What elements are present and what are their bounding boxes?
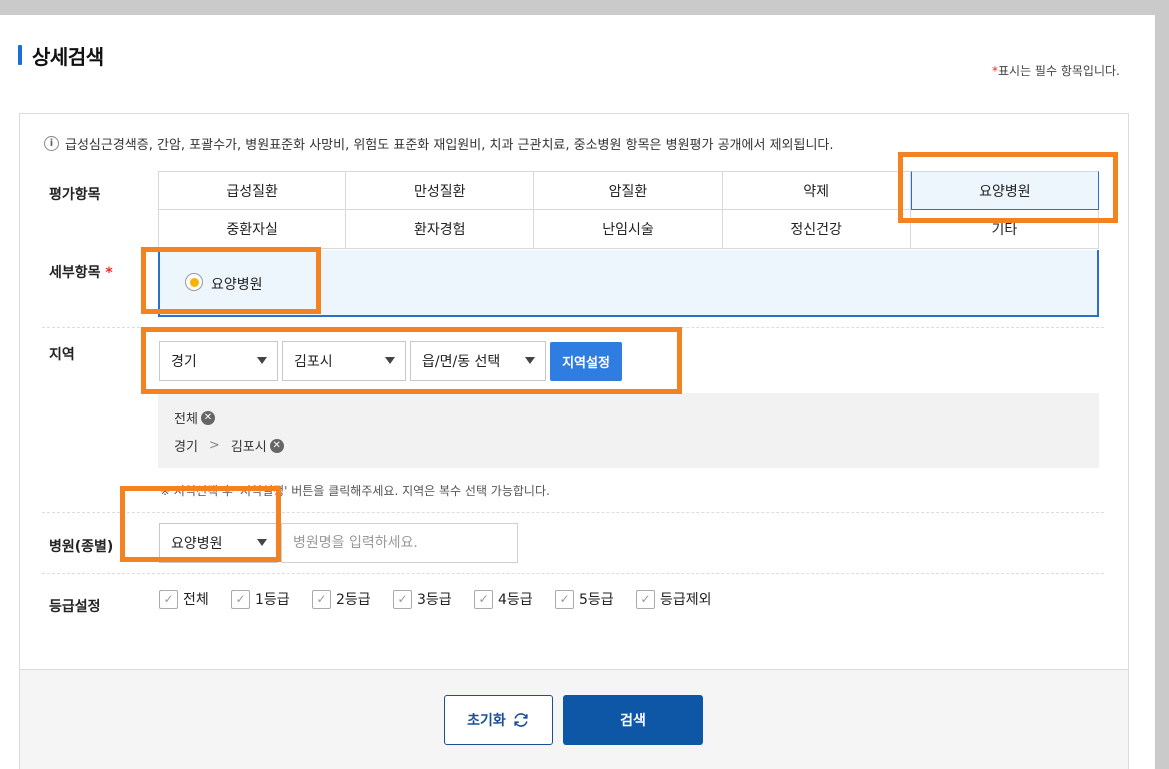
tab-cancer[interactable]: 암질환 — [534, 171, 723, 210]
eval-items-label: 평가항목 — [49, 187, 101, 203]
grade-checkbox-excluded[interactable]: ✓ 등급제외 — [636, 589, 712, 609]
divider — [42, 573, 1104, 574]
check-icon: ✓ — [231, 589, 250, 609]
selected-regions-panel — [158, 393, 1099, 468]
region-chip-sigungu: 김포시 — [230, 440, 267, 455]
region-note: ※ 지역선택 후 '지역설정' 버튼을 클릭해주세요. 지역은 복수 선택 가능… — [160, 484, 550, 498]
sigungu-value: 김포시 — [294, 354, 333, 370]
detail-items-panel — [158, 250, 1099, 317]
check-icon: ✓ — [474, 589, 493, 609]
page-title: 상세검색 — [32, 45, 104, 69]
remove-icon[interactable]: ✕ — [269, 438, 284, 453]
check-icon: ✓ — [555, 589, 574, 609]
grade-label: 등급설정 — [49, 599, 101, 615]
grade-checkbox-label: 3등급 — [417, 592, 452, 608]
check-icon: ✓ — [393, 589, 412, 609]
eval-tabs-row-1: 급성질환 만성질환 암질환 약제 요양병원 — [158, 171, 1099, 210]
title-accent-bar — [18, 45, 22, 65]
info-icon: i — [44, 136, 59, 151]
hospital-type-value: 요양병원 — [171, 536, 223, 552]
detail-radio-nursing-hospital[interactable] — [185, 273, 203, 291]
grade-checkbox-2[interactable]: ✓ 2등급 — [312, 589, 371, 609]
region-set-button[interactable]: 지역설정 — [550, 342, 622, 381]
info-notice-text: 급성심근경색증, 간암, 포괄수가, 병원표준화 사망비, 위험도 표준화 재입… — [65, 138, 834, 153]
grade-checkbox-label: 5등급 — [579, 592, 614, 608]
grade-checkbox-label: 4등급 — [498, 592, 533, 608]
reset-button[interactable]: 초기화 — [444, 695, 553, 745]
grade-checkbox-all[interactable]: ✓ 전체 — [159, 589, 209, 609]
eval-tabs: 급성질환 만성질환 암질환 약제 요양병원 중환자실 환자경험 난임시술 정신건… — [158, 171, 1099, 249]
info-notice: i 급성심근경색증, 간암, 포괄수가, 병원표준화 사망비, 위험도 표준화 … — [44, 134, 834, 153]
reset-button-label: 초기화 — [467, 713, 506, 729]
required-star: * — [105, 265, 113, 281]
tab-fertility[interactable]: 난임시술 — [534, 210, 723, 249]
required-note-text: 표시는 필수 항목입니다. — [998, 64, 1120, 78]
grade-checkbox-1[interactable]: ✓ 1등급 — [231, 589, 290, 609]
search-button[interactable]: 검색 — [563, 695, 703, 745]
region-chip-sido: 경기 — [174, 440, 198, 455]
region-label: 지역 — [49, 347, 75, 363]
chevron-down-icon — [257, 357, 267, 364]
grade-checkbox-4[interactable]: ✓ 4등급 — [474, 589, 533, 609]
check-icon: ✓ — [159, 589, 178, 609]
grade-checkbox-label: 등급제외 — [660, 592, 712, 608]
grade-checkbox-5[interactable]: ✓ 5등급 — [555, 589, 614, 609]
check-icon: ✓ — [312, 589, 331, 609]
radio-selected-dot — [189, 277, 199, 287]
tab-icu[interactable]: 중환자실 — [158, 210, 347, 249]
region-chip-gimpo: 경기 > 김포시 ✕ — [174, 436, 284, 455]
chevron-down-icon — [525, 357, 535, 364]
detail-radio-label[interactable]: 요양병원 — [211, 274, 263, 294]
sido-value: 경기 — [171, 354, 197, 370]
tab-other[interactable]: 기타 — [910, 210, 1099, 249]
refresh-icon — [514, 713, 528, 727]
emd-value: 읍/면/동 선택 — [422, 354, 501, 370]
required-note: *표시는 필수 항목입니다. — [992, 62, 1120, 79]
detail-items-label: 세부항목 * — [49, 262, 113, 282]
check-icon: ✓ — [636, 589, 655, 609]
tab-mental-health[interactable]: 정신건강 — [722, 210, 911, 249]
chevron-right-icon: > — [208, 438, 220, 453]
region-chip-all-label: 전체 — [174, 412, 198, 427]
divider — [42, 512, 1104, 513]
region-chip-all: 전체 ✕ — [174, 408, 215, 427]
chevron-down-icon — [385, 357, 395, 364]
divider — [42, 327, 1104, 328]
eval-tabs-row-2: 중환자실 환자경험 난임시술 정신건강 기타 — [158, 210, 1099, 249]
detail-items-label-text: 세부항목 — [49, 265, 101, 281]
remove-icon[interactable]: ✕ — [200, 410, 215, 425]
sigungu-select[interactable]: 김포시 — [282, 341, 406, 381]
hospital-type-select[interactable]: 요양병원 — [159, 523, 278, 563]
chevron-down-icon — [257, 539, 267, 546]
tab-medication[interactable]: 약제 — [722, 171, 911, 210]
hospital-name-input[interactable] — [281, 523, 518, 563]
hospital-type-label: 병원(종별) — [49, 539, 114, 555]
grade-checkbox-3[interactable]: ✓ 3등급 — [393, 589, 452, 609]
tab-nursing-hospital[interactable]: 요양병원 — [910, 171, 1099, 210]
tab-chronic[interactable]: 만성질환 — [346, 171, 535, 210]
grade-checkbox-label: 전체 — [183, 592, 209, 608]
grade-checkbox-label: 1등급 — [255, 592, 290, 608]
tab-acute[interactable]: 급성질환 — [158, 171, 347, 210]
grade-checkbox-label: 2등급 — [336, 592, 371, 608]
sido-select[interactable]: 경기 — [159, 341, 278, 381]
tab-patient-experience[interactable]: 환자경험 — [346, 210, 535, 249]
emd-select[interactable]: 읍/면/동 선택 — [410, 341, 546, 381]
